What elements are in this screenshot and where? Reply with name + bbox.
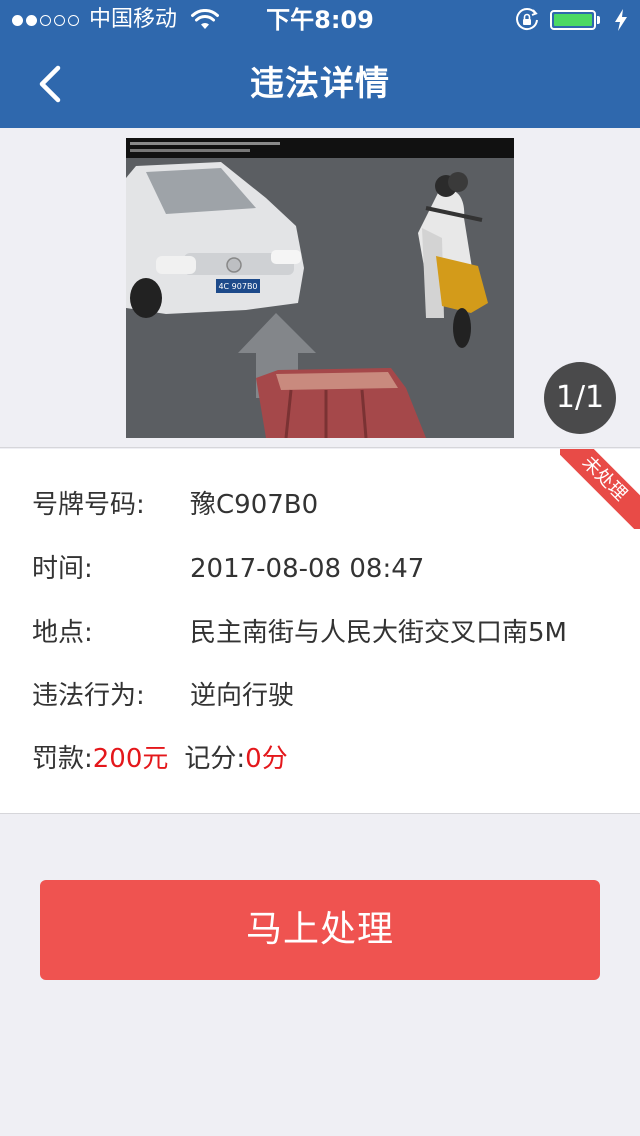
violation-details-card: 未处理 号牌号码: 豫C907B0 时间: 2017-08-08 08:47 地点:…	[0, 449, 640, 814]
evidence-photo-section: 4C 907B0 1/1	[0, 128, 640, 448]
nav-bar: 违法详情	[0, 40, 640, 128]
points-label: 记分:	[184, 744, 246, 774]
points-value: 0分	[245, 744, 288, 774]
app-header: 中国移动 下午8:09 违法详情	[0, 0, 640, 128]
page-title: 违法详情	[250, 64, 390, 104]
plate-text: 4C 907B0	[218, 282, 257, 291]
charging-bolt-icon	[615, 9, 627, 31]
photo-page-counter: 1/1	[544, 362, 616, 434]
fine-label: 罚款:	[32, 744, 93, 774]
status-ribbon: 未处理	[560, 449, 640, 529]
handle-now-button[interactable]: 马上处理	[40, 880, 600, 980]
location-value: 民主南街与人民大街交叉口南5M	[190, 618, 567, 648]
location-label: 地点:	[32, 618, 93, 648]
status-ribbon-label: 未处理	[560, 449, 640, 529]
plate-value: 豫C907B0	[190, 490, 319, 520]
battery-tip	[597, 16, 600, 24]
plate-row: 号牌号码: 豫C907B0	[32, 485, 318, 525]
time-value: 2017-08-08 08:47	[190, 554, 425, 584]
battery-fill	[554, 14, 592, 26]
status-bar: 中国移动 下午8:09	[0, 0, 640, 40]
violation-photo-image: 4C 907B0	[126, 138, 514, 438]
plate-label: 号牌号码:	[32, 490, 145, 520]
violation-row: 违法行为: 逆向行驶	[32, 676, 294, 716]
time-label: 时间:	[32, 554, 93, 584]
violation-value: 逆向行驶	[190, 681, 295, 711]
location-row: 地点: 民主南街与人民大街交叉口南5M	[32, 613, 567, 653]
orientation-lock-icon	[516, 8, 538, 31]
battery-icon	[550, 10, 600, 30]
time-row: 时间: 2017-08-08 08:47	[32, 549, 424, 589]
status-right	[514, 0, 628, 40]
violation-photo[interactable]: 4C 907B0	[126, 138, 514, 438]
fine-value: 200元	[92, 744, 169, 774]
battery-body	[550, 10, 596, 30]
violation-label: 违法行为:	[32, 681, 145, 711]
fine-row: 罚款:200元 记分:0分	[32, 739, 288, 779]
